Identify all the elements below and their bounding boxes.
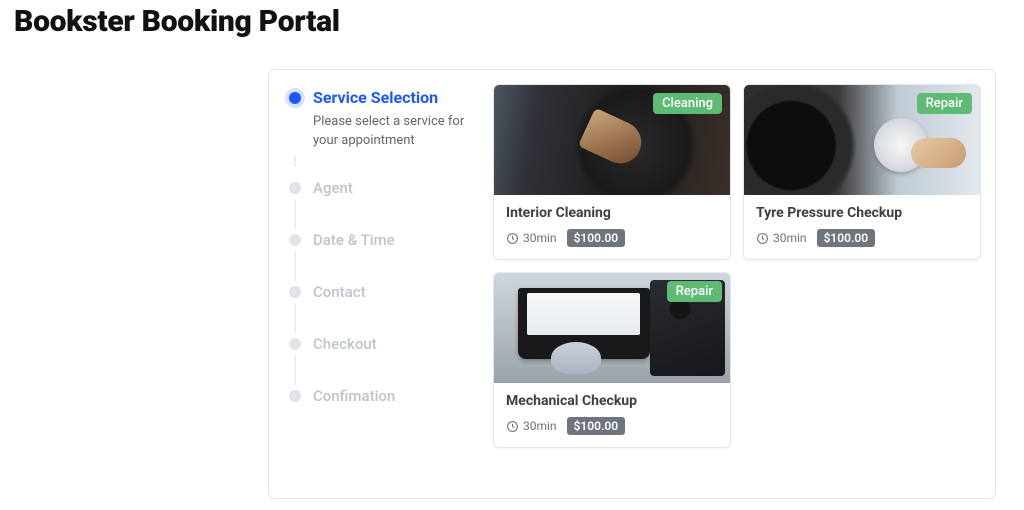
step-agent[interactable]: Agent: [289, 171, 483, 205]
category-badge: Repair: [667, 281, 722, 302]
service-price: $100.00: [567, 417, 626, 435]
service-image: Repair: [744, 85, 980, 195]
service-image: Cleaning: [494, 85, 730, 195]
service-card-body: Interior Cleaning 30min $100.00: [494, 195, 730, 259]
stepper: Service Selection Please select a servic…: [283, 84, 489, 484]
step-label: Confimation: [313, 387, 483, 405]
service-meta: 30min $100.00: [756, 229, 968, 247]
step-label: Contact: [313, 283, 483, 301]
service-image: Repair: [494, 273, 730, 383]
step-service-selection[interactable]: Service Selection Please select a servic…: [289, 88, 483, 151]
service-card-tyre-pressure[interactable]: Repair Tyre Pressure Checkup 30min $100.…: [743, 84, 981, 260]
service-price: $100.00: [817, 229, 876, 247]
clock-icon: [506, 232, 519, 245]
step-description: Please select a service for your appoint…: [313, 113, 483, 151]
service-title: Interior Cleaning: [506, 205, 718, 221]
step-confirmation[interactable]: Confimation: [289, 379, 483, 413]
service-title: Mechanical Checkup: [506, 393, 718, 409]
service-grid: Cleaning Interior Cleaning 30min $100.00: [489, 84, 981, 484]
step-contact[interactable]: Contact: [289, 275, 483, 309]
clock-icon: [756, 232, 769, 245]
step-label: Service Selection: [313, 88, 483, 107]
clock-icon: [506, 420, 519, 433]
service-duration: 30min: [506, 419, 557, 433]
step-dot-icon: [289, 286, 301, 298]
glove-graphic: [551, 342, 601, 374]
step-dot-icon: [289, 390, 301, 402]
category-badge: Repair: [917, 93, 972, 114]
step-label: Agent: [313, 179, 483, 197]
page-title: Bookster Booking Portal: [14, 4, 1010, 39]
step-dot-icon: [289, 338, 301, 350]
step-checkout[interactable]: Checkout: [289, 327, 483, 361]
step-connector: [294, 156, 296, 167]
step-dot-icon: [289, 234, 301, 246]
duration-text: 30min: [523, 419, 557, 433]
step-label: Checkout: [313, 335, 483, 353]
service-title: Tyre Pressure Checkup: [756, 205, 968, 221]
step-date-time[interactable]: Date & Time: [289, 223, 483, 257]
service-duration: 30min: [506, 231, 557, 245]
service-card-mechanical-checkup[interactable]: Repair Mechanical Checkup 30min $100.00: [493, 272, 731, 448]
step-dot-icon: [289, 182, 301, 194]
category-badge: Cleaning: [653, 93, 722, 114]
duration-text: 30min: [773, 231, 807, 245]
service-card-body: Tyre Pressure Checkup 30min $100.00: [744, 195, 980, 259]
service-meta: 30min $100.00: [506, 417, 718, 435]
service-card-body: Mechanical Checkup 30min $100.00: [494, 383, 730, 447]
duration-text: 30min: [523, 231, 557, 245]
service-meta: 30min $100.00: [506, 229, 718, 247]
service-card-interior-cleaning[interactable]: Cleaning Interior Cleaning 30min $100.00: [493, 84, 731, 260]
service-price: $100.00: [567, 229, 626, 247]
booking-panel: Service Selection Please select a servic…: [268, 69, 996, 499]
step-dot-icon: [289, 92, 301, 104]
service-duration: 30min: [756, 231, 807, 245]
step-label: Date & Time: [313, 231, 483, 249]
